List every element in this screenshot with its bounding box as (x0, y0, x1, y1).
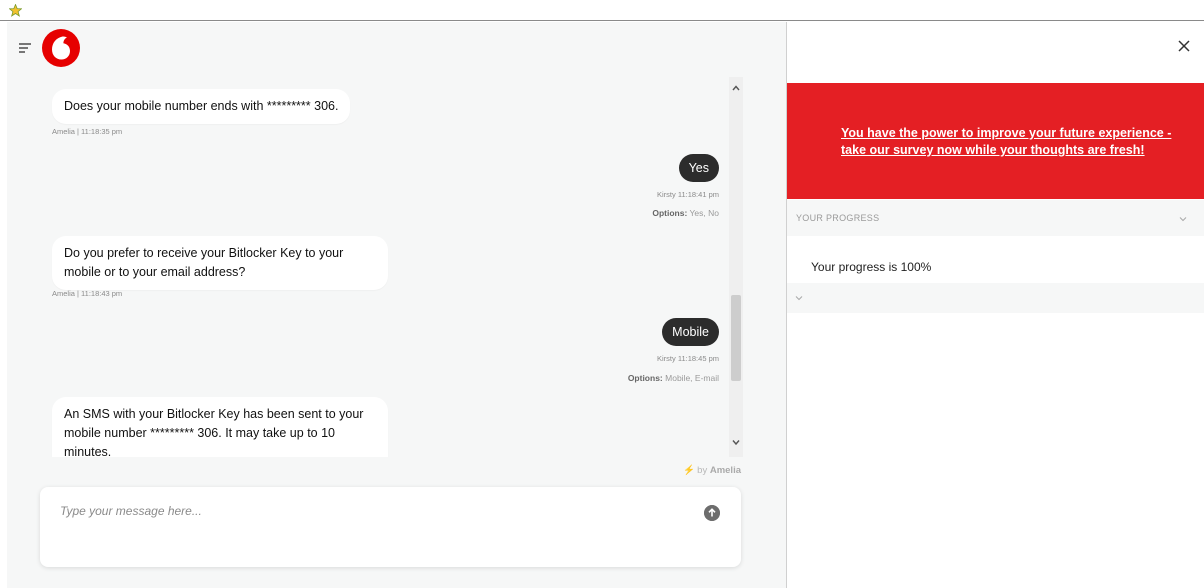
options-label: Options: (627, 373, 663, 383)
message-options: Options: Mobile, E-mail (628, 373, 719, 383)
survey-banner: You have the power to improve your futur… (787, 83, 1204, 199)
app-star-icon (9, 4, 22, 17)
bot-message: Do you prefer to receive your Bitlocker … (52, 236, 388, 290)
message-composer (40, 487, 741, 567)
lightning-bolt-icon: ⚡ (683, 465, 696, 476)
progress-header[interactable]: YOUR PROGRESS (787, 200, 1204, 236)
title-strip (0, 0, 1204, 21)
bot-message: Does your mobile number ends with ******… (52, 89, 351, 124)
powered-by-prefix: by (697, 465, 708, 476)
powered-by-brand: Amelia (709, 465, 741, 476)
close-x-icon[interactable] (1177, 39, 1191, 53)
powered-by: ⚡ by Amelia (683, 465, 741, 476)
hamburger-menu-icon[interactable] (19, 43, 31, 53)
chat-pane: Does your mobile number ends with ******… (7, 22, 786, 588)
send-arrow-up-icon[interactable] (704, 505, 720, 521)
bot-message-meta: Amelia | 11:18:43 pm (52, 289, 123, 298)
bot-message-meta: Amelia | 11:18:35 pm (52, 127, 123, 136)
user-message-meta: Kirsty 11:18:41 pm (657, 190, 719, 199)
message-scrollbar[interactable] (729, 77, 743, 457)
message-list: Does your mobile number ends with ******… (7, 77, 729, 457)
vodafone-logo (42, 29, 80, 67)
bot-message: An SMS with your Bitlocker Key has been … (52, 397, 388, 457)
user-message: Mobile (662, 318, 719, 346)
chevron-down-icon[interactable] (1179, 216, 1187, 222)
user-message-meta: Kirsty 11:18:45 pm (657, 354, 719, 363)
survey-link[interactable]: You have the power to improve your futur… (841, 125, 1186, 159)
options-values: Yes, No (689, 208, 719, 218)
progress-section-footer[interactable] (787, 283, 1204, 313)
user-message: Yes (678, 154, 719, 182)
message-options: Options: Yes, No (652, 208, 719, 218)
chevron-down-icon[interactable] (795, 295, 803, 301)
options-label: Options: (652, 208, 688, 218)
progress-text: Your progress is 100% (811, 260, 932, 274)
side-panel: You have the power to improve your futur… (787, 22, 1204, 588)
progress-header-label: YOUR PROGRESS (796, 213, 880, 223)
scroll-up-chevron-icon[interactable] (731, 83, 741, 93)
scrollbar-thumb[interactable] (731, 295, 741, 381)
scroll-down-chevron-icon[interactable] (731, 437, 741, 447)
message-input[interactable] (60, 504, 660, 518)
options-values: Mobile, E-mail (665, 373, 719, 383)
